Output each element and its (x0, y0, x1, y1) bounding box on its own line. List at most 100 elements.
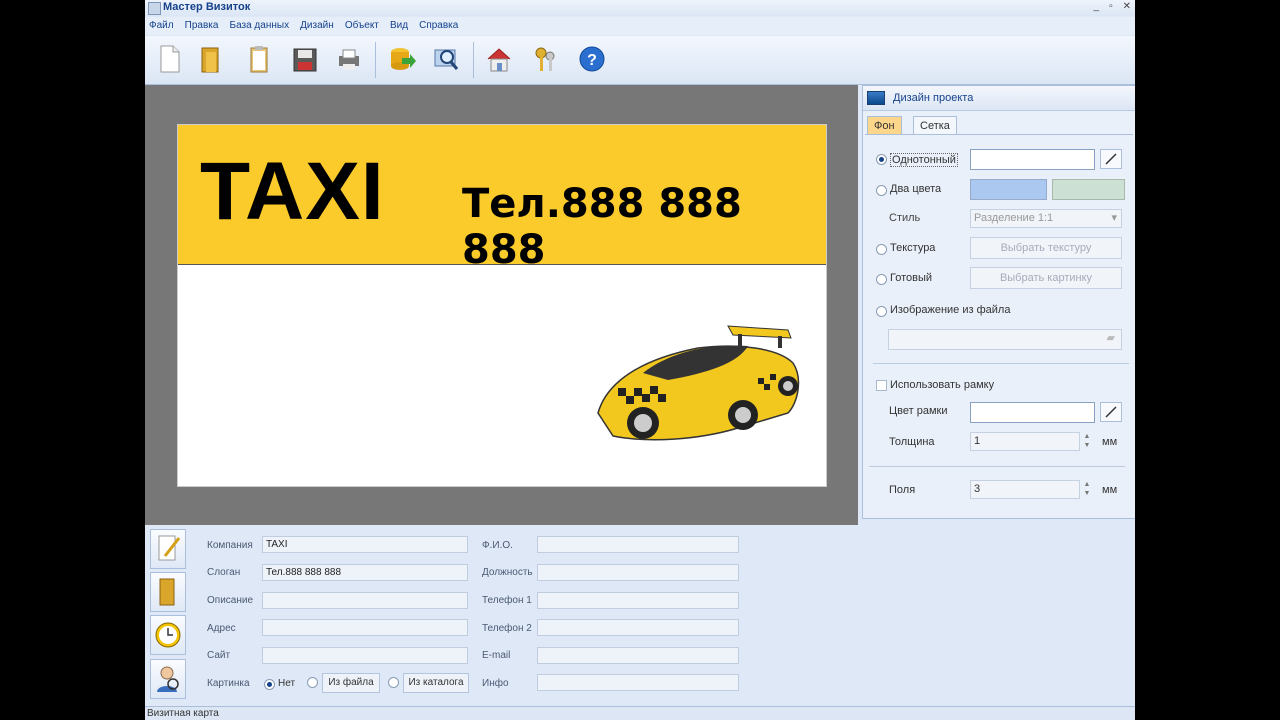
phone2-input[interactable] (537, 619, 739, 636)
choose-texture-button[interactable]: Выбрать текстуру (970, 237, 1122, 259)
slogan-label: Слоган (207, 567, 241, 578)
phone2-label: Телефон 2 (482, 623, 532, 634)
style-select[interactable]: Разделение 1:1 ▾ (970, 209, 1122, 228)
ready-radio[interactable] (876, 274, 887, 285)
taxi-car-image[interactable] (588, 318, 808, 448)
menu-object[interactable]: Объект (341, 17, 383, 35)
clipboard-icon[interactable] (245, 44, 273, 74)
menu-view[interactable]: Вид (386, 17, 412, 35)
keys-icon[interactable] (532, 44, 560, 74)
from-file-radio[interactable] (876, 306, 887, 317)
open-button[interactable] (150, 572, 186, 612)
from-file-label[interactable]: Изображение из файла (890, 304, 1010, 316)
margins-label: Поля (889, 484, 916, 496)
phone1-input[interactable] (537, 592, 739, 609)
frame-color-field[interactable] (970, 402, 1095, 423)
two-color-radio[interactable] (876, 185, 887, 196)
solid-color-picker[interactable] (1100, 149, 1122, 169)
picture-from-file-button[interactable]: Из файла (322, 673, 380, 693)
folder-icon: ▰ (1106, 332, 1115, 344)
two-color-label[interactable]: Два цвета (890, 183, 941, 195)
menu-edit[interactable]: Правка (181, 17, 223, 35)
solid-color-field[interactable] (970, 149, 1095, 170)
frame-color-picker[interactable] (1100, 402, 1122, 422)
card-slogan-text[interactable]: Тел.888 888 888 (462, 181, 826, 273)
menu-help[interactable]: Справка (415, 17, 462, 35)
menu-database[interactable]: База данных (226, 17, 294, 35)
margins-input[interactable]: 3 (970, 480, 1080, 499)
frame-color-label: Цвет рамки (889, 405, 948, 417)
menu-file[interactable]: Файл (145, 17, 178, 35)
menu-design[interactable]: Дизайн (296, 17, 338, 35)
design-canvas[interactable]: TAXI Тел.888 888 888 (145, 85, 858, 525)
email-input[interactable] (537, 647, 739, 664)
eyedropper-icon (1105, 406, 1117, 418)
minimize-button[interactable]: _ (1094, 0, 1100, 16)
address-label: Адрес (207, 623, 236, 634)
margins-unit: мм (1102, 484, 1118, 496)
window-title: Мастер Визиток (163, 1, 251, 13)
site-input[interactable] (262, 647, 468, 664)
svg-text:?: ? (587, 52, 597, 69)
address-input[interactable] (262, 619, 468, 636)
contacts-button[interactable] (150, 659, 186, 699)
fio-input[interactable] (537, 536, 739, 553)
info-label: Инфо (482, 678, 509, 689)
use-frame-checkbox[interactable] (876, 380, 887, 391)
two-color-second[interactable] (1052, 179, 1125, 200)
print-icon[interactable] (335, 44, 363, 74)
texture-radio[interactable] (876, 244, 887, 255)
position-input[interactable] (537, 564, 739, 581)
folder-book-icon (159, 578, 175, 606)
picture-catalog-radio[interactable] (388, 677, 399, 688)
two-color-first[interactable] (970, 179, 1047, 200)
thickness-label: Толщина (889, 436, 935, 448)
margins-spinner[interactable]: ▲ ▼ (1082, 480, 1092, 499)
thickness-spinner[interactable]: ▲ ▼ (1082, 432, 1092, 451)
business-card[interactable]: TAXI Тел.888 888 888 (177, 124, 827, 487)
save-icon[interactable] (290, 44, 318, 74)
new-file-icon[interactable] (155, 44, 183, 74)
tab-divider (865, 134, 1133, 135)
texture-label[interactable]: Текстура (890, 242, 935, 254)
search-icon[interactable] (433, 44, 461, 74)
title-bar: Мастер Визиток _ ▫ ✕ (145, 0, 1135, 16)
ready-label[interactable]: Готовый (890, 272, 932, 284)
edit-button[interactable] (150, 529, 186, 569)
description-input[interactable] (262, 592, 468, 609)
picture-label: Картинка (207, 678, 250, 689)
picture-file-radio[interactable] (307, 677, 318, 688)
close-button[interactable]: ✕ (1123, 0, 1131, 16)
picture-from-catalog-button[interactable]: Из каталога (403, 673, 469, 693)
picture-none-radio[interactable] (264, 679, 275, 690)
slogan-input[interactable]: Тел.888 888 888 (262, 564, 468, 581)
toolbar-separator (473, 42, 474, 78)
tab-grid[interactable]: Сетка (913, 116, 957, 135)
company-input[interactable]: TAXI (262, 536, 468, 553)
choose-picture-button[interactable]: Выбрать картинку (970, 267, 1122, 289)
use-frame-label[interactable]: Использовать рамку (890, 379, 994, 391)
user-search-icon (157, 666, 179, 692)
toolbar-separator (375, 42, 376, 78)
info-input[interactable] (537, 674, 739, 691)
card-company-text[interactable]: TAXI (200, 145, 385, 239)
history-button[interactable] (150, 615, 186, 655)
open-folder-icon[interactable] (197, 44, 225, 74)
picture-none-label[interactable]: Нет (278, 678, 295, 689)
thickness-input[interactable]: 1 (970, 432, 1080, 451)
divider (869, 466, 1125, 467)
menu-bar: Файл Правка База данных Дизайн Объект Ви… (145, 17, 1135, 35)
maximize-button[interactable]: ▫ (1109, 0, 1113, 16)
description-label: Описание (207, 595, 254, 606)
clock-icon (155, 622, 181, 648)
style-value: Разделение 1:1 (974, 212, 1054, 224)
solid-radio[interactable] (876, 154, 887, 165)
home-icon[interactable] (485, 44, 513, 74)
database-export-icon[interactable] (388, 44, 416, 74)
file-path-field[interactable]: ▰ (888, 329, 1122, 350)
app-icon (148, 2, 161, 15)
help-icon[interactable]: ? (578, 44, 606, 74)
tab-background[interactable]: Фон (867, 116, 902, 135)
solid-label[interactable]: Однотонный (890, 153, 958, 167)
notepad-pencil-icon (158, 535, 181, 561)
